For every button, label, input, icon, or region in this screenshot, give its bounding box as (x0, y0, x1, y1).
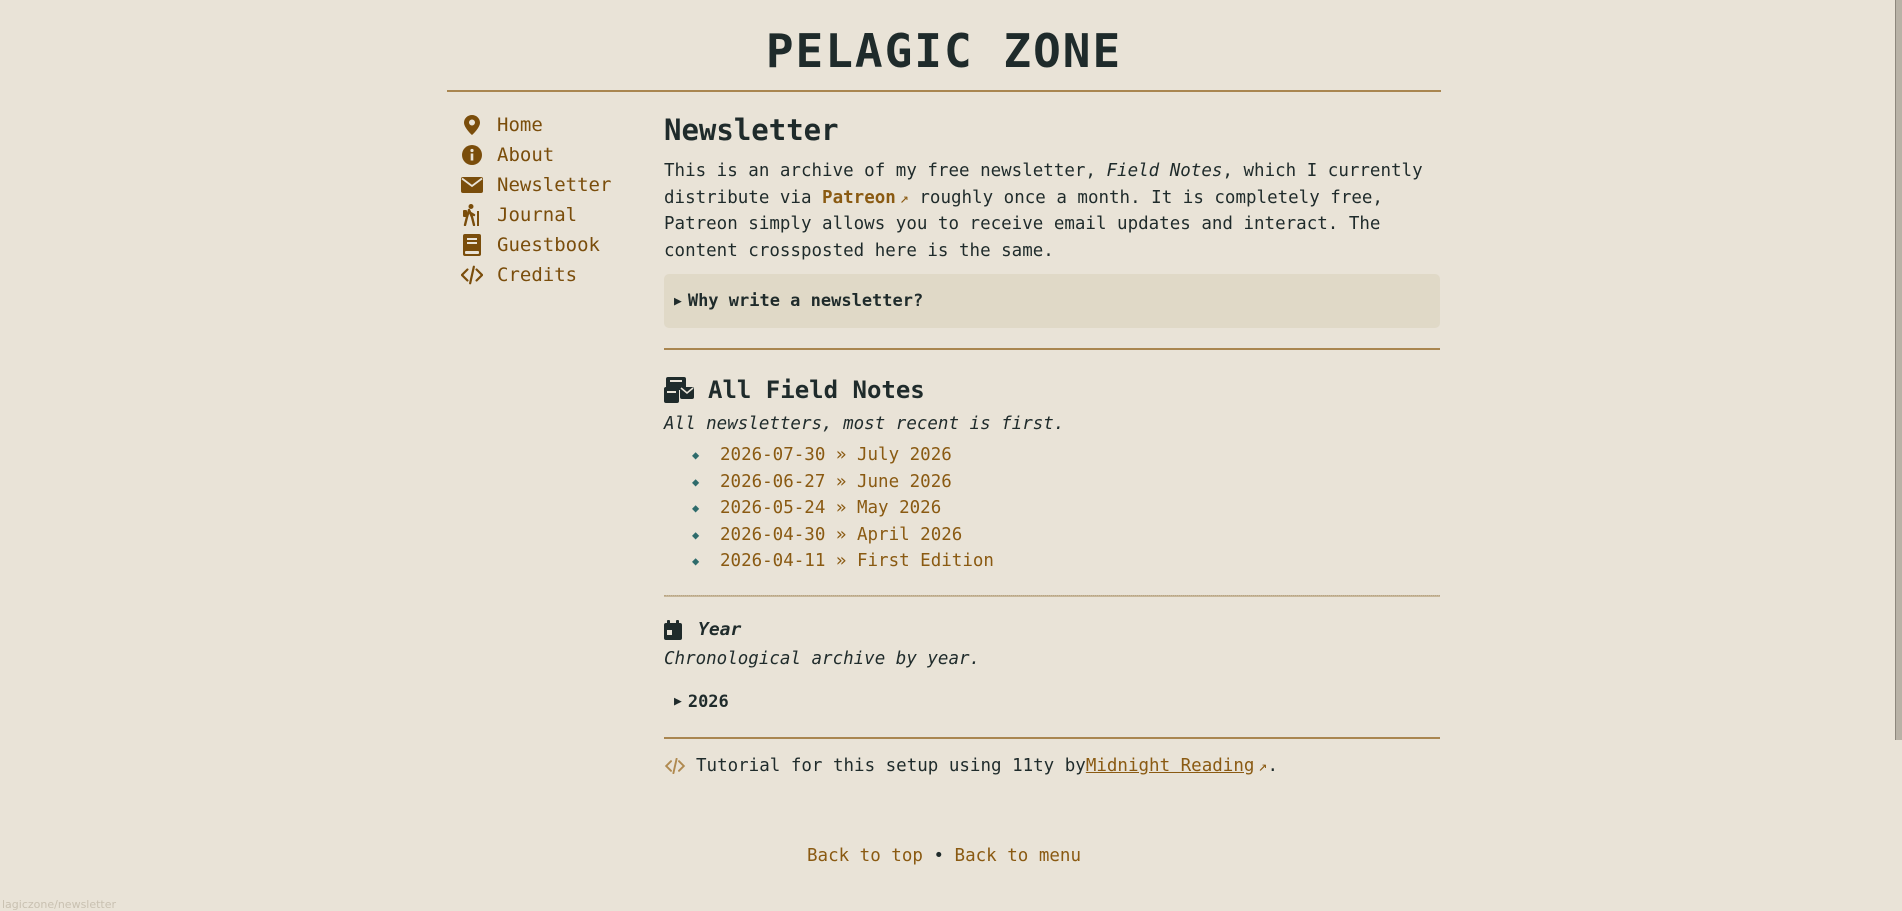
code-icon (664, 757, 686, 774)
page-container: PELAGIC ZONE Home About Newsletter Journ… (447, 0, 1441, 866)
header-divider (447, 90, 1441, 92)
sidebar-item-home[interactable]: Home (461, 110, 651, 140)
envelope-icon (461, 174, 483, 196)
footer-separator: • (933, 846, 944, 866)
page-title: Newsletter (664, 113, 839, 147)
section-subtitle: All newsletters, most recent is first. (664, 414, 1065, 434)
sidebar-nav: Home About Newsletter Journal Guestbook (461, 110, 651, 290)
hiker-icon (461, 204, 483, 226)
back-to-menu-link[interactable]: Back to menu (955, 846, 1081, 866)
newsletter-link[interactable]: 2026-06-27 » June 2026 (720, 472, 952, 492)
tutorial-note: Tutorial for this setup using 11ty by Mi… (664, 751, 1440, 781)
sidebar-item-newsletter[interactable]: Newsletter (461, 170, 651, 200)
sidebar-item-label: Home (497, 114, 543, 136)
disclosure-triangle-icon: ▶ (674, 694, 682, 709)
map-pin-icon (461, 114, 483, 136)
newsletter-name: Field Notes (1106, 161, 1223, 181)
disclosure-triangle-icon: ▶ (674, 293, 682, 309)
newsletter-link[interactable]: 2026-07-30 » July 2026 (720, 445, 952, 465)
scrollbar[interactable] (1895, 0, 1902, 740)
diamond-bullet-icon: ◆ (692, 501, 700, 516)
why-newsletter-details[interactable]: ▶ Why write a newsletter? (664, 274, 1440, 328)
diamond-bullet-icon: ◆ (692, 474, 700, 489)
external-link-icon: ↗ (899, 188, 909, 207)
newsletter-link[interactable]: 2026-05-24 » May 2026 (720, 498, 941, 518)
patreon-link[interactable]: Patreon (822, 188, 896, 208)
sidebar-item-label: Guestbook (497, 234, 600, 256)
newsletter-link[interactable]: 2026-04-30 » April 2026 (720, 525, 962, 545)
midnight-reading-link[interactable]: Midnight Reading (1086, 756, 1255, 776)
sidebar-item-credits[interactable]: Credits (461, 260, 651, 290)
sidebar-item-label: About (497, 144, 555, 166)
list-item: ◆ 2026-04-30 » April 2026 (692, 522, 1440, 549)
main-content: Newsletter This is an archive of my free… (664, 110, 1440, 781)
external-link-icon: ↗ (1258, 756, 1268, 775)
subsection-title: Year (698, 619, 742, 640)
tutorial-end: . (1267, 755, 1278, 776)
section-title: All Field Notes (708, 376, 925, 404)
sidebar-item-about[interactable]: About (461, 140, 651, 170)
year-heading: Year (664, 615, 1440, 645)
diamond-bullet-icon: ◆ (692, 527, 700, 542)
sidebar-item-guestbook[interactable]: Guestbook (461, 230, 651, 260)
archive-icon (664, 375, 694, 405)
info-circle-icon (461, 144, 483, 166)
sidebar-item-journal[interactable]: Journal (461, 200, 651, 230)
newsletter-link[interactable]: 2026-04-11 » First Edition (720, 551, 994, 571)
all-field-notes-heading: All Field Notes (664, 370, 1440, 410)
sidebar-item-label: Journal (497, 204, 578, 226)
calendar-icon (664, 619, 686, 641)
book-icon (461, 234, 483, 256)
subsection-subtitle: Chronological archive by year. (664, 648, 981, 669)
site-title: PELAGIC ZONE (765, 24, 1123, 78)
diamond-bullet-icon: ◆ (692, 554, 700, 569)
year-2026-toggle[interactable]: ▶ 2026 (664, 687, 1440, 717)
year-label: 2026 (687, 691, 729, 712)
back-to-top-link[interactable]: Back to top (807, 846, 923, 866)
list-item: ◆ 2026-05-24 » May 2026 (692, 495, 1440, 522)
details-summary: Why write a newsletter? (687, 291, 924, 311)
tutorial-text: Tutorial for this setup using 11ty by (696, 755, 1086, 776)
field-notes-list: ◆ 2026-07-30 » July 2026 ◆ 2026-06-27 » Ju… (664, 442, 1440, 575)
intro-text: This is an archive of my free newsletter… (664, 161, 1107, 181)
diamond-bullet-icon: ◆ (692, 448, 700, 463)
sidebar-item-label: Newsletter (497, 174, 612, 196)
list-item: ◆ 2026-04-11 » First Edition (692, 548, 1440, 575)
sidebar-item-label: Credits (497, 264, 578, 286)
status-bar-url: lagiczone/newsletter (2, 898, 117, 911)
intro-paragraph: This is an archive of my free newsletter… (664, 158, 1440, 264)
footer-links: Back to top • Back to menu (447, 846, 1441, 866)
list-item: ◆ 2026-07-30 » July 2026 (692, 442, 1440, 469)
code-icon (461, 264, 483, 286)
list-item: ◆ 2026-06-27 » June 2026 (692, 469, 1440, 496)
